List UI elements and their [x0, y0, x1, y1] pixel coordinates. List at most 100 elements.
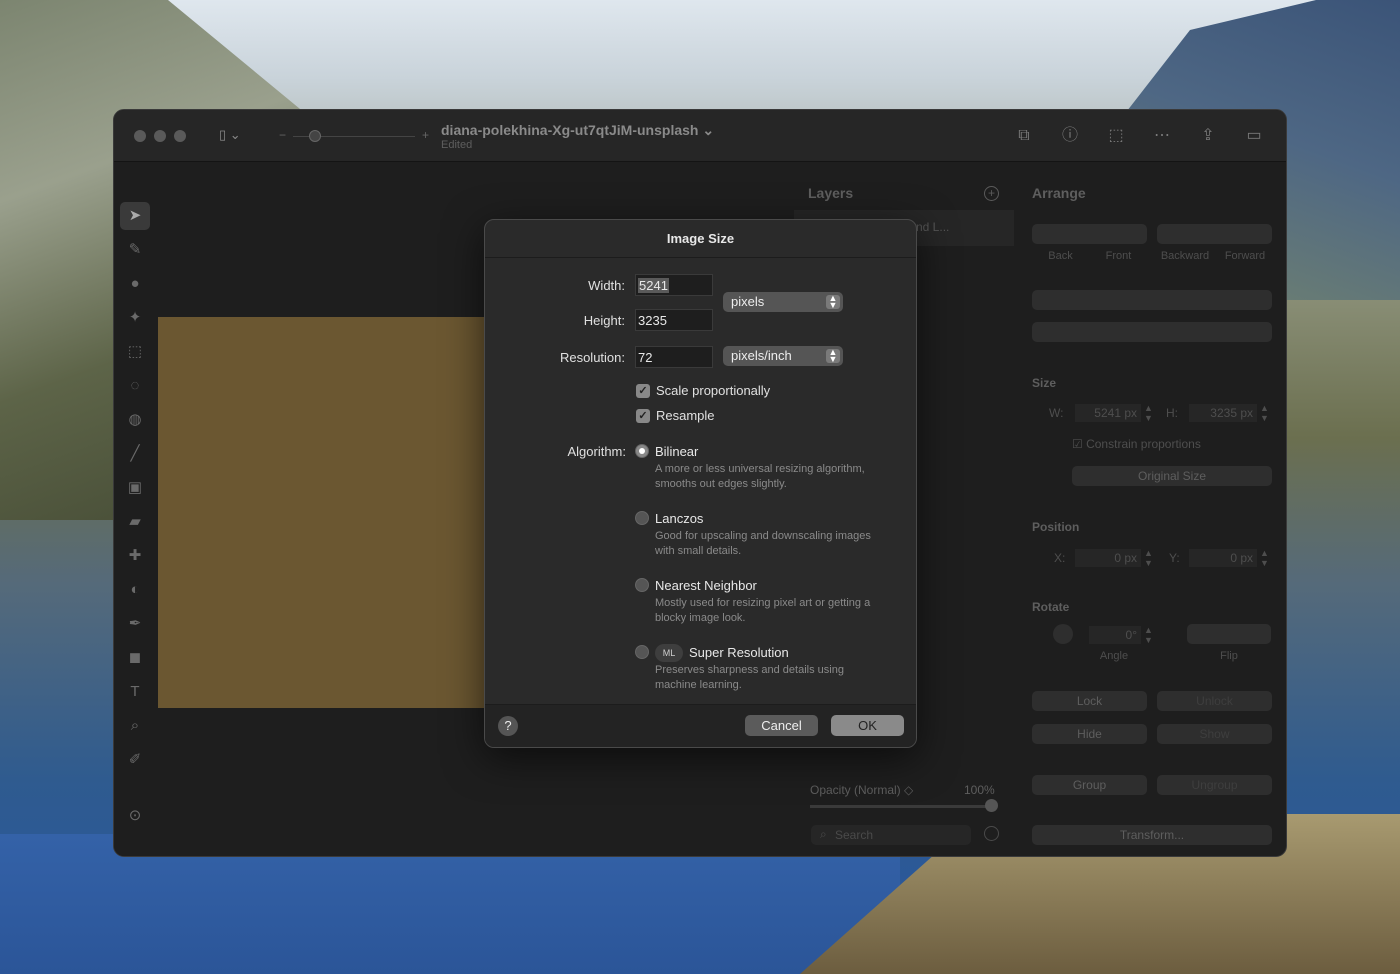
backward-label: Backward	[1160, 250, 1210, 262]
sidebar-right-icon[interactable]: ▭	[1242, 124, 1266, 148]
unlock-button[interactable]: Unlock	[1157, 691, 1272, 711]
zoom-in-icon[interactable]: +	[422, 128, 429, 142]
dialog-footer: ? Cancel OK	[485, 704, 916, 747]
add-layer-icon[interactable]: +	[984, 186, 999, 201]
x-stepper[interactable]: ▲ ▼	[1143, 548, 1154, 568]
pen-tool-icon[interactable]: ✒	[120, 610, 150, 638]
constrain-checkbox[interactable]: ☑ Constrain proportions	[1072, 437, 1201, 451]
close-window-button[interactable]	[134, 130, 146, 142]
resolution-unit-value: pixels/inch	[731, 348, 792, 363]
align-buttons-row-1[interactable]	[1032, 290, 1272, 310]
arrange-title: Arrange	[1032, 185, 1086, 201]
flip-buttons[interactable]	[1187, 624, 1271, 644]
document-title[interactable]: diana-polekhina-Xg-ut7qtJiM-unsplash ⌄	[441, 122, 714, 139]
rotate-title: Rotate	[1032, 600, 1070, 614]
height-field[interactable]: 3235 px	[1189, 404, 1257, 422]
rotate-dial[interactable]	[1053, 624, 1073, 644]
share-icon[interactable]: ⇪	[1196, 124, 1220, 148]
show-button[interactable]: Show	[1157, 724, 1272, 744]
dialog-title: Image Size	[666, 231, 735, 246]
cancel-button[interactable]: Cancel	[745, 715, 818, 736]
resolution-unit-select[interactable]: pixels/inch ▲ ▼	[723, 346, 843, 366]
text-tool-icon[interactable]: T	[120, 678, 150, 706]
canvas-image[interactable]	[158, 317, 488, 708]
filter-icon[interactable]	[984, 826, 999, 841]
backward-forward-buttons[interactable]	[1157, 224, 1272, 244]
constrain-label: Constrain proportions	[1086, 437, 1201, 451]
heal-tool-icon[interactable]: ✚	[120, 542, 150, 570]
zoom-slider[interactable]: − +	[279, 128, 429, 144]
layers-search-input[interactable]: Search	[811, 825, 971, 845]
back-label: Back	[1048, 250, 1073, 262]
ml-badge: ML	[655, 644, 683, 662]
nearest-neighbor-description: Mostly used for resizing pixel art or ge…	[655, 597, 871, 624]
minimize-window-button[interactable]	[154, 130, 166, 142]
back-front-buttons[interactable]	[1032, 224, 1147, 244]
angle-stepper[interactable]: ▲ ▼	[1143, 625, 1154, 645]
brush-tool-icon[interactable]: ╱	[120, 440, 150, 468]
bilinear-radio[interactable]	[635, 444, 649, 458]
opacity-label[interactable]: Opacity (Normal) ◇	[810, 783, 913, 797]
hide-button[interactable]: Hide	[1032, 724, 1147, 744]
layers-title: Layers	[808, 185, 854, 201]
crop-icon[interactable]: ⬚	[1104, 124, 1128, 148]
document-status: Edited	[441, 139, 473, 151]
help-button[interactable]: ?	[498, 716, 518, 736]
lasso-select-icon[interactable]: ◌	[120, 372, 150, 400]
resolution-label: Resolution:	[559, 350, 625, 365]
nearest-neighbor-label: Nearest Neighbor	[655, 578, 757, 593]
ungroup-button[interactable]: Ungroup	[1157, 775, 1272, 795]
transform-button[interactable]: Transform...	[1032, 825, 1272, 845]
y-stepper[interactable]: ▲ ▼	[1259, 548, 1270, 568]
height-input[interactable]: 3235	[635, 309, 713, 331]
size-unit-select[interactable]: pixels ▲ ▼	[723, 292, 843, 312]
nearest-neighbor-radio[interactable]	[635, 578, 649, 592]
angle-field[interactable]: 0°	[1089, 626, 1141, 644]
zoom-knob[interactable]	[309, 130, 321, 142]
flip-label: Flip	[1220, 650, 1238, 662]
lanczos-radio[interactable]	[635, 511, 649, 525]
scale-proportionally-checkbox[interactable]: ✓	[636, 384, 650, 398]
zoom-tool-icon[interactable]: ⌕	[120, 712, 150, 740]
clone-tool-icon[interactable]: ◐	[120, 576, 150, 604]
rect-select-icon[interactable]: ⬚	[120, 338, 150, 366]
y-field[interactable]: 0 px	[1189, 549, 1257, 567]
magic-wand-icon[interactable]: ✦	[120, 304, 150, 332]
height-stepper[interactable]: ▲ ▼	[1259, 403, 1270, 423]
eraser-tool-icon[interactable]: ▰	[120, 508, 150, 536]
opacity-slider[interactable]	[810, 805, 996, 808]
export-icon[interactable]: ⧉	[1012, 124, 1036, 148]
opacity-knob[interactable]	[985, 799, 998, 812]
front-label: Front	[1105, 250, 1132, 262]
super-resolution-label: Super Resolution	[689, 645, 789, 660]
paint-tool-icon[interactable]: ✎	[120, 236, 150, 264]
width-input[interactable]: 5241	[635, 274, 713, 296]
tools-sidebar: ➤ ✎ ● ✦ ⬚ ◌ ◍ ╱ ▣ ▰ ✚ ◐ ✒ ◼ T ⌕ ✐ ⊙	[114, 162, 158, 856]
shape-tool-icon[interactable]: ◼	[120, 644, 150, 672]
x-label: X:	[1054, 551, 1066, 565]
align-buttons-row-2[interactable]	[1032, 322, 1272, 342]
super-resolution-radio[interactable]	[635, 645, 649, 659]
resample-checkbox[interactable]: ✓	[636, 409, 650, 423]
lock-button[interactable]: Lock	[1032, 691, 1147, 711]
bucket-tool-icon[interactable]: ▣	[120, 474, 150, 502]
x-field[interactable]: 0 px	[1075, 549, 1141, 567]
shapes-tool-icon[interactable]: ●	[120, 270, 150, 298]
ok-button[interactable]: OK	[831, 715, 904, 736]
quick-select-icon[interactable]: ◍	[120, 406, 150, 434]
more-icon[interactable]: ⋯	[1150, 124, 1174, 148]
width-stepper[interactable]: ▲ ▼	[1143, 403, 1154, 423]
original-size-button[interactable]: Original Size	[1072, 466, 1272, 486]
width-value: 5241	[638, 278, 669, 293]
zoom-window-button[interactable]	[174, 130, 186, 142]
width-field[interactable]: 5241 px	[1075, 404, 1141, 422]
resolution-input[interactable]: 72	[635, 346, 713, 368]
more-tools-icon[interactable]: ⊙	[120, 802, 150, 830]
sidebar-toggle-icon[interactable]: ▯ ⌄	[219, 127, 251, 145]
move-tool-icon[interactable]: ➤	[120, 202, 150, 230]
color-picker-icon[interactable]: ✐	[120, 746, 150, 774]
info-icon[interactable]: ⓘ	[1058, 124, 1082, 148]
group-button[interactable]: Group	[1032, 775, 1147, 795]
zoom-out-icon[interactable]: −	[279, 128, 286, 142]
size-unit-value: pixels	[731, 294, 765, 309]
